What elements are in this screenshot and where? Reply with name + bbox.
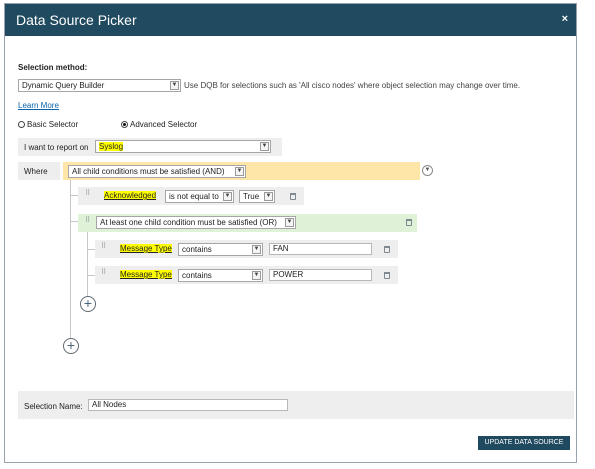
message-type-field-link[interactable]: Message Type — [120, 270, 172, 279]
selection-name-label: Selection Name: — [24, 402, 83, 411]
tree-line — [70, 195, 78, 196]
drag-grip-icon[interactable]: ⠿ — [85, 217, 90, 224]
tree-line — [87, 275, 95, 276]
acknowledged-operator-dropdown[interactable]: is not equal to ▼ — [165, 190, 234, 203]
trash-icon[interactable] — [384, 246, 390, 253]
message-type-operator-dropdown[interactable]: contains ▼ — [178, 243, 263, 256]
or-condition-dropdown[interactable]: At least one child condition must be sat… — [96, 216, 296, 229]
drag-grip-icon[interactable]: ⠿ — [85, 190, 90, 197]
tree-line — [87, 230, 88, 302]
report-on-dropdown[interactable]: Syslog ▼ — [95, 140, 271, 153]
add-icon[interactable]: + — [80, 296, 96, 312]
message-type-field-link[interactable]: Message Type — [120, 244, 172, 253]
acknowledged-value-dropdown[interactable]: True ▼ — [239, 190, 275, 203]
drag-grip-icon[interactable]: ⠿ — [101, 243, 106, 250]
tree-line — [70, 180, 71, 346]
close-icon[interactable]: × — [562, 13, 568, 25]
drag-grip-icon[interactable]: ⠿ — [101, 269, 106, 276]
report-on-value: Syslog — [99, 142, 124, 151]
acknowledged-field[interactable]: Acknowledged — [102, 189, 158, 202]
learn-more-link[interactable]: Learn More — [18, 101, 59, 110]
message-type-field[interactable]: Message Type — [118, 268, 174, 281]
selection-method-label: Selection method: — [18, 63, 88, 72]
data-source-picker-dialog: Data Source Picker × Selection method: D… — [4, 3, 577, 463]
basic-selector-label: Basic Selector — [27, 120, 79, 129]
acknowledged-field-link[interactable]: Acknowledged — [104, 191, 157, 200]
dropdown-caret-icon: ▼ — [235, 167, 244, 176]
or-condition-value: At least one child condition must be sat… — [100, 218, 277, 227]
dialog-title: Data Source Picker — [16, 12, 137, 28]
root-condition-dropdown[interactable]: All child conditions must be satisfied (… — [68, 165, 246, 178]
tree-line — [87, 249, 95, 250]
dropdown-caret-icon: ▼ — [223, 192, 232, 201]
dropdown-caret-icon: ▼ — [260, 142, 269, 151]
selection-method-value: Dynamic Query Builder — [22, 81, 105, 90]
trash-icon[interactable] — [406, 219, 412, 226]
dropdown-caret-icon: ▼ — [285, 218, 294, 227]
message-type-value-input[interactable]: POWER — [269, 269, 372, 281]
acknowledged-operator-value: is not equal to — [169, 192, 219, 201]
acknowledged-value: True — [243, 192, 260, 201]
tree-line — [70, 221, 78, 222]
selection-name-input[interactable]: All Nodes — [88, 399, 288, 411]
message-type-field[interactable]: Message Type — [118, 242, 174, 255]
dqb-hint: Use DQB for selections such as 'All cisc… — [184, 81, 521, 90]
where-label: Where — [24, 167, 48, 176]
message-type-operator-value: contains — [182, 271, 212, 280]
message-type-operator-value: contains — [182, 245, 212, 254]
trash-icon[interactable] — [384, 272, 390, 279]
basic-selector-radio[interactable] — [18, 121, 25, 128]
root-condition-value: All child conditions must be satisfied (… — [72, 167, 225, 176]
dropdown-caret-icon: ▼ — [264, 192, 273, 201]
dialog-titlebar: Data Source Picker × — [5, 4, 576, 36]
message-type-value-input[interactable]: FAN — [269, 243, 372, 255]
dropdown-caret-icon: ▼ — [252, 271, 261, 280]
message-type-operator-dropdown[interactable]: contains ▼ — [178, 269, 263, 282]
dropdown-caret-icon: ▼ — [252, 245, 261, 254]
advanced-selector-radio[interactable] — [121, 121, 128, 128]
dropdown-caret-icon: ▼ — [170, 81, 179, 90]
add-icon[interactable]: + — [63, 338, 79, 354]
selection-method-dropdown[interactable]: Dynamic Query Builder ▼ — [18, 79, 181, 92]
collapse-icon[interactable]: ▼ — [422, 165, 433, 176]
update-data-source-button[interactable]: UPDATE DATA SOURCE — [478, 436, 570, 450]
advanced-selector-label: Advanced Selector — [130, 120, 198, 129]
trash-icon[interactable] — [290, 193, 296, 200]
report-on-label: I want to report on — [24, 143, 89, 152]
